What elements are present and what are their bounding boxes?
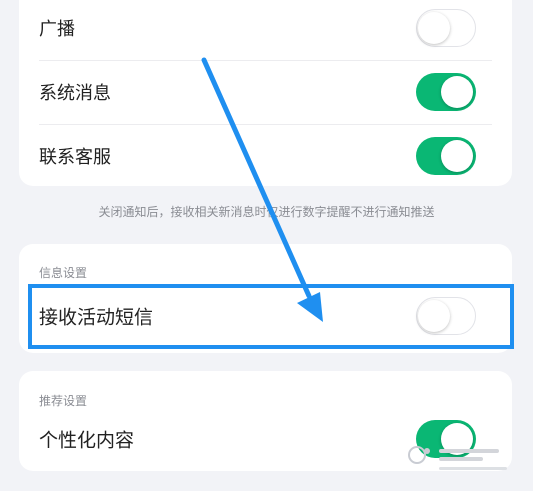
receive-activity-sms-label: 接收活动短信: [39, 306, 154, 329]
personalized-content-label: 个性化内容: [39, 429, 135, 452]
personalized-content-row[interactable]: 个性化内容: [19, 407, 512, 471]
toggle-knob: [441, 140, 473, 172]
toggle-knob: [441, 423, 473, 455]
contact-support-row[interactable]: 联系客服: [19, 124, 512, 188]
broadcast-toggle[interactable]: [416, 9, 476, 47]
receive-activity-sms-toggle[interactable]: [416, 297, 476, 335]
contact-support-label: 联系客服: [39, 147, 111, 168]
notification-settings-card: 广播 系统消息 联系客服: [19, 0, 512, 186]
toggle-knob: [418, 300, 450, 332]
recommend-settings-card: 推荐设置 个性化内容: [19, 371, 512, 471]
system-message-row[interactable]: 系统消息: [19, 60, 512, 124]
system-message-label: 系统消息: [39, 83, 111, 104]
toggle-knob: [441, 76, 473, 108]
section-title: 信息设置: [39, 266, 88, 280]
receive-activity-sms-row[interactable]: 接收活动短信: [19, 284, 512, 348]
info-settings-card: 信息设置 接收活动短信: [19, 244, 512, 353]
personalized-content-toggle[interactable]: [416, 420, 476, 458]
notification-note: 关闭通知后，接收相关新消息时仅进行数字提醒不进行通知推送: [98, 205, 435, 219]
broadcast-row[interactable]: 广播: [19, 0, 512, 60]
toggle-knob: [418, 12, 450, 44]
contact-support-toggle[interactable]: [416, 137, 476, 175]
broadcast-label: 广播: [39, 19, 75, 40]
system-message-toggle[interactable]: [416, 73, 476, 111]
